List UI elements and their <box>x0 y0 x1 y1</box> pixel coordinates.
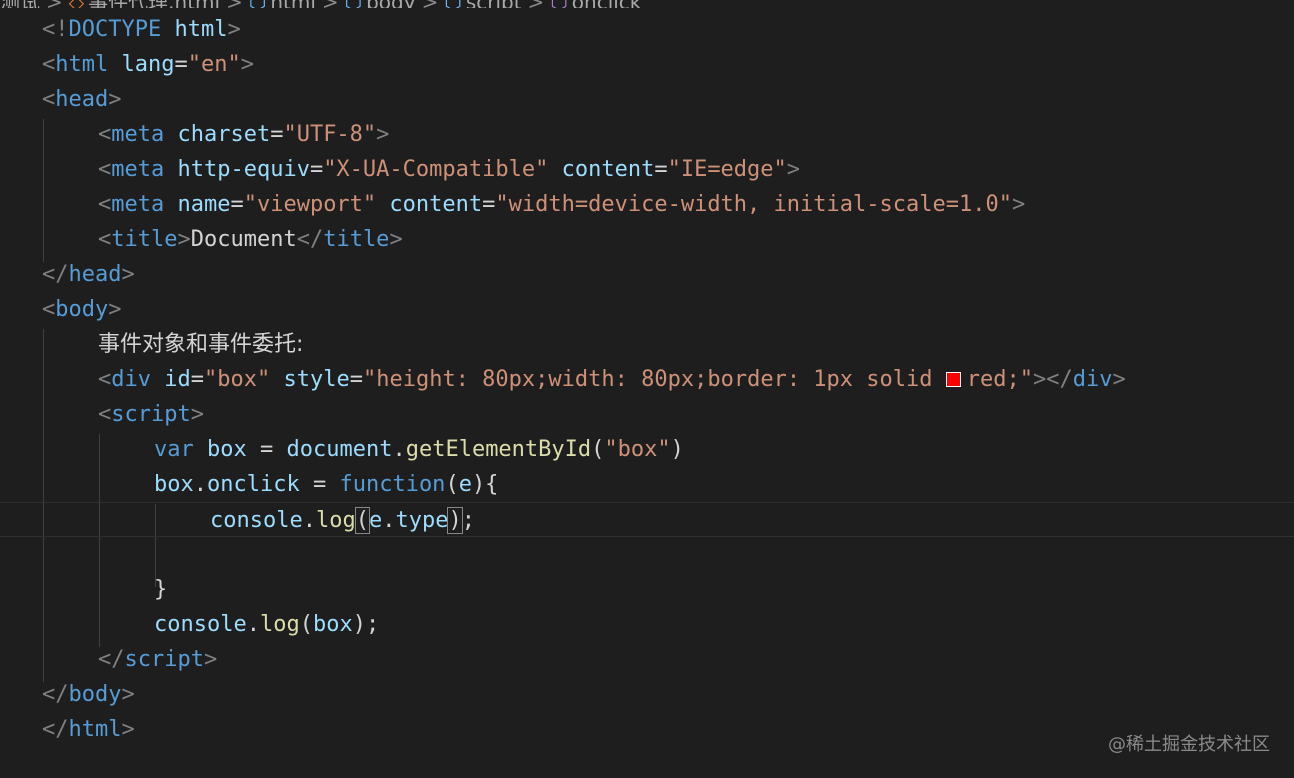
code-line-3: <head> <box>42 87 122 112</box>
method-icon: ⬡ <box>550 0 567 8</box>
breadcrumb-separator: > <box>46 0 63 8</box>
code-line-5: <meta http-equiv="X-UA-Compatible" conte… <box>98 157 801 182</box>
element-icon: ⬡ <box>249 0 266 8</box>
html-file-icon: ◇ <box>69 0 84 8</box>
breadcrumb-separator: > <box>528 0 545 8</box>
breadcrumb: 测试 > ◇ 事件代理.html > ⬡ html > ⬡ body > ⬡ script > ⬡ oncli… <box>0 0 1294 8</box>
code-line-15: console.log(e.type); <box>0 502 1294 537</box>
element-icon: ⬡ <box>444 0 461 8</box>
code-line-18: console.log(box); <box>154 612 380 637</box>
code-line-9: <body> <box>42 297 122 322</box>
code-editor[interactable]: <!DOCTYPE html> <html lang="en"> <head> … <box>0 12 1294 772</box>
code-line-2: <html lang="en"> <box>42 52 254 77</box>
bracket-match: ( <box>354 507 370 534</box>
breadcrumb-body[interactable]: body <box>366 0 415 8</box>
code-line-19: </script> <box>98 647 218 672</box>
breadcrumb-separator: > <box>226 0 243 8</box>
code-line-8: </head> <box>42 262 135 287</box>
breadcrumb-symbol[interactable]: onclick <box>572 0 642 8</box>
breadcrumb-script[interactable]: script <box>466 0 522 8</box>
code-line-6: <meta name="viewport" content="width=dev… <box>98 192 1026 217</box>
breadcrumb-folder[interactable]: 测试 <box>0 0 40 8</box>
code-line-21: </html> <box>42 717 135 742</box>
code-line-10: 事件对象和事件委托: <box>98 332 304 357</box>
code-line-20: </body> <box>42 682 135 707</box>
breadcrumb-html[interactable]: html <box>270 0 316 8</box>
code-line-14: box.onclick = function(e){ <box>154 472 499 497</box>
breadcrumb-separator: > <box>422 0 439 8</box>
watermark: @稀土掘金技术社区 <box>1108 734 1270 755</box>
color-swatch-icon[interactable] <box>945 372 961 387</box>
code-line-17: } <box>154 577 168 602</box>
breadcrumb-separator: > <box>322 0 339 8</box>
code-line-11: <div id="box" style="height: 80px;width:… <box>98 367 1126 392</box>
breadcrumb-file[interactable]: 事件代理.html <box>88 0 220 8</box>
code-line-13: var box = document.getElementById("box") <box>154 437 684 462</box>
bracket-match: ) <box>447 507 463 534</box>
code-line-7: <title>Document</title> <box>98 227 403 252</box>
code-line-1: <!DOCTYPE html> <box>42 17 241 42</box>
code-line-12: <script> <box>98 402 204 427</box>
element-icon: ⬡ <box>345 0 362 8</box>
code-line-4: <meta charset="UTF-8"> <box>98 122 390 147</box>
